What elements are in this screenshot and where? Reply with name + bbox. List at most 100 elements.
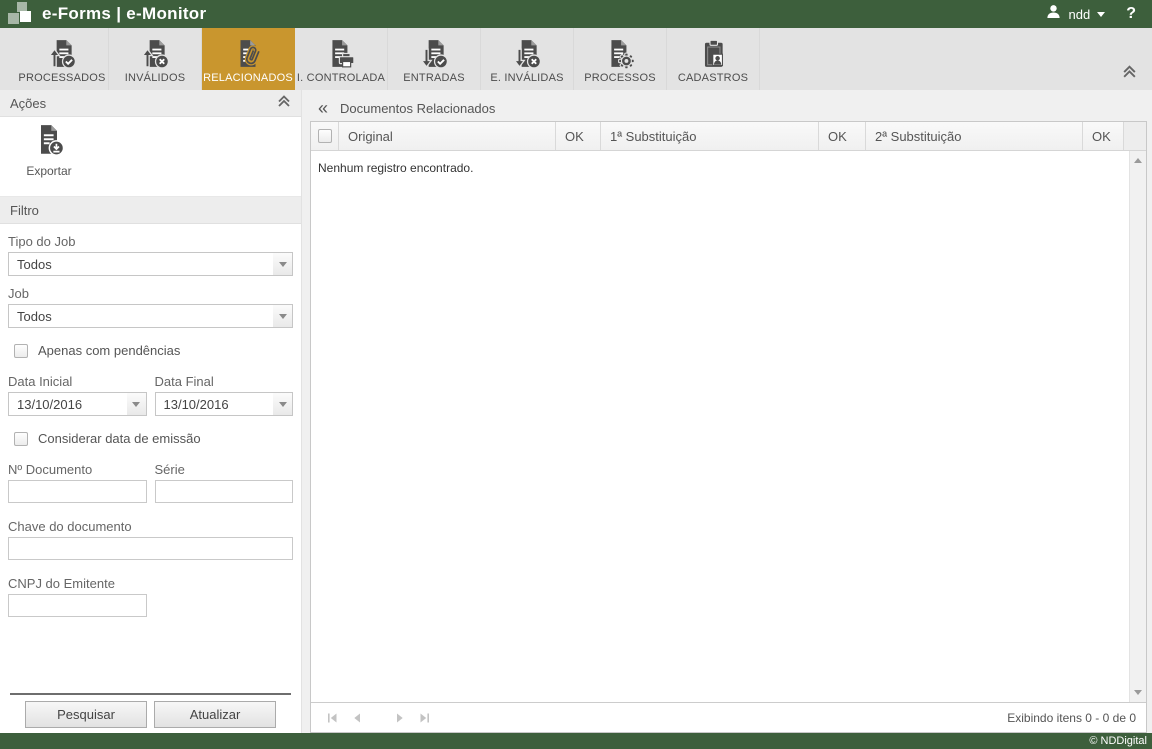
num-documento-label: Nº Documento xyxy=(8,462,147,477)
chevron-down-icon xyxy=(273,393,292,415)
copyright-text: © NDDigital xyxy=(1089,735,1147,747)
tipo-do-job-label: Tipo do Job xyxy=(8,234,293,249)
first-page-button[interactable] xyxy=(324,710,340,726)
chave-documento-input[interactable] xyxy=(8,537,293,560)
job-select[interactable]: Todos xyxy=(8,304,293,328)
filter-section-header: Filtro xyxy=(0,197,301,224)
select-all-cell xyxy=(311,122,339,150)
scroll-down-icon[interactable] xyxy=(1134,690,1142,695)
job-label: Job xyxy=(8,286,293,301)
scroll-up-icon[interactable] xyxy=(1134,158,1142,163)
chevron-down-icon xyxy=(127,393,146,415)
data-inicial-label: Data Inicial xyxy=(8,374,147,389)
considerar-emissao-checkbox-row[interactable]: Considerar data de emissão xyxy=(14,431,293,446)
sidebar-footer: Pesquisar Atualizar xyxy=(0,693,301,733)
select-all-checkbox[interactable] xyxy=(318,129,332,143)
chave-documento-label: Chave do documento xyxy=(8,519,293,534)
tab-relacionados[interactable]: RELACIONADOS xyxy=(202,28,295,90)
last-page-button[interactable] xyxy=(417,710,433,726)
num-documento-input[interactable] xyxy=(8,480,147,503)
data-inicial-select[interactable]: 13/10/2016 xyxy=(8,392,147,416)
apenas-pendencias-label: Apenas com pendências xyxy=(38,343,180,358)
chevron-down-icon xyxy=(273,305,292,327)
tab-label: PROCESSOS xyxy=(584,72,656,84)
document-upload-check-icon xyxy=(47,33,77,69)
panel-title-bar: « Documentos Relacionados xyxy=(310,95,1147,121)
document-gear-icon xyxy=(605,33,635,69)
document-download-check-icon xyxy=(419,33,449,69)
app-logo-icon xyxy=(0,0,36,28)
actions-collapse-button[interactable] xyxy=(277,94,291,113)
tab-label: E. INVÁLIDAS xyxy=(490,72,563,84)
serie-label: Série xyxy=(155,462,294,477)
tab-label: INVÁLIDOS xyxy=(125,72,186,84)
column-header-2a-substituicao[interactable]: 2ª Substituição xyxy=(866,122,1083,150)
tab-processados[interactable]: PROCESSADOS xyxy=(16,28,109,90)
vertical-scrollbar[interactable] xyxy=(1129,151,1146,702)
tab-label: CADASTROS xyxy=(678,72,748,84)
export-button[interactable]: Exportar xyxy=(13,124,85,178)
job-value: Todos xyxy=(9,305,273,327)
search-button[interactable]: Pesquisar xyxy=(25,701,147,728)
app-window: e-Forms | e-Monitor ndd ? xyxy=(0,0,1152,749)
scrollbar-header-cap xyxy=(1124,122,1146,150)
column-header-1a-substituicao[interactable]: 1ª Substituição xyxy=(601,122,819,150)
tab-label: PROCESSADOS xyxy=(18,72,105,84)
cnpj-emitente-input[interactable] xyxy=(8,594,147,617)
tab-label: I. CONTROLADA xyxy=(297,72,385,84)
document-download-error-icon xyxy=(512,33,542,69)
considerar-emissao-label: Considerar data de emissão xyxy=(38,431,201,446)
tab-entradas[interactable]: ENTRADAS xyxy=(388,28,481,90)
data-final-value: 13/10/2016 xyxy=(156,393,274,415)
actions-area: Exportar xyxy=(0,117,301,197)
toolbar: PROCESSADOS INVÁLIDOS xyxy=(0,28,1152,90)
actions-section-header: Ações xyxy=(0,90,301,117)
tab-invalidos[interactable]: INVÁLIDOS xyxy=(109,28,202,90)
empty-message: Nenhum registro encontrado. xyxy=(311,151,1146,185)
tipo-do-job-select[interactable]: Todos xyxy=(8,252,293,276)
export-icon xyxy=(33,124,65,161)
refresh-button[interactable]: Atualizar xyxy=(154,701,276,728)
tab-e-invalidas[interactable]: E. INVÁLIDAS xyxy=(481,28,574,90)
tab-processos[interactable]: PROCESSOS xyxy=(574,28,667,90)
top-header-bar: e-Forms | e-Monitor ndd ? xyxy=(0,0,1152,28)
tab-label: RELACIONADOS xyxy=(203,72,293,84)
table-header-row: Original OK 1ª Substituição OK 2ª Substi… xyxy=(311,122,1146,151)
table-body: Nenhum registro encontrado. xyxy=(311,151,1146,702)
document-upload-error-icon xyxy=(140,33,170,69)
column-header-ok-2[interactable]: OK xyxy=(819,122,866,150)
tipo-do-job-value: Todos xyxy=(9,253,273,275)
data-final-select[interactable]: 13/10/2016 xyxy=(155,392,294,416)
document-printer-icon xyxy=(326,33,356,69)
considerar-emissao-checkbox[interactable] xyxy=(14,432,28,446)
documents-grid-panel: Original OK 1ª Substituição OK 2ª Substi… xyxy=(310,121,1147,733)
column-header-ok-1[interactable]: OK xyxy=(556,122,601,150)
sidebar: Ações Exportar xyxy=(0,90,302,733)
apenas-pendencias-checkbox[interactable] xyxy=(14,344,28,358)
help-button[interactable]: ? xyxy=(1126,5,1136,23)
export-label: Exportar xyxy=(26,164,71,178)
cnpj-emitente-label: CNPJ do Emitente xyxy=(8,576,293,591)
collapse-sidebar-icon[interactable]: « xyxy=(318,99,328,117)
app-title: e-Forms | e-Monitor xyxy=(42,4,206,24)
pagination-status: Exibindo itens 0 - 0 de 0 xyxy=(1007,711,1136,725)
chevron-down-icon xyxy=(273,253,292,275)
serie-input[interactable] xyxy=(155,480,294,503)
data-final-label: Data Final xyxy=(155,374,294,389)
tab-i-controlada[interactable]: I. CONTROLADA xyxy=(295,28,388,90)
chevron-down-icon xyxy=(1097,12,1105,17)
next-page-button[interactable] xyxy=(392,710,408,726)
tab-cadastros[interactable]: CADASTROS xyxy=(667,28,760,90)
filter-title: Filtro xyxy=(10,203,291,218)
toolbar-collapse-button[interactable] xyxy=(1122,64,1137,84)
column-header-ok-3[interactable]: OK xyxy=(1083,122,1124,150)
previous-page-button[interactable] xyxy=(349,710,365,726)
user-menu[interactable]: ndd xyxy=(1045,3,1106,25)
column-header-original[interactable]: Original xyxy=(339,122,556,150)
footer-bar: © NDDigital xyxy=(0,733,1152,749)
tab-label: ENTRADAS xyxy=(403,72,465,84)
document-paperclip-icon xyxy=(233,33,263,69)
user-icon xyxy=(1045,3,1062,25)
data-inicial-value: 13/10/2016 xyxy=(9,393,127,415)
apenas-pendencias-checkbox-row[interactable]: Apenas com pendências xyxy=(14,343,293,358)
